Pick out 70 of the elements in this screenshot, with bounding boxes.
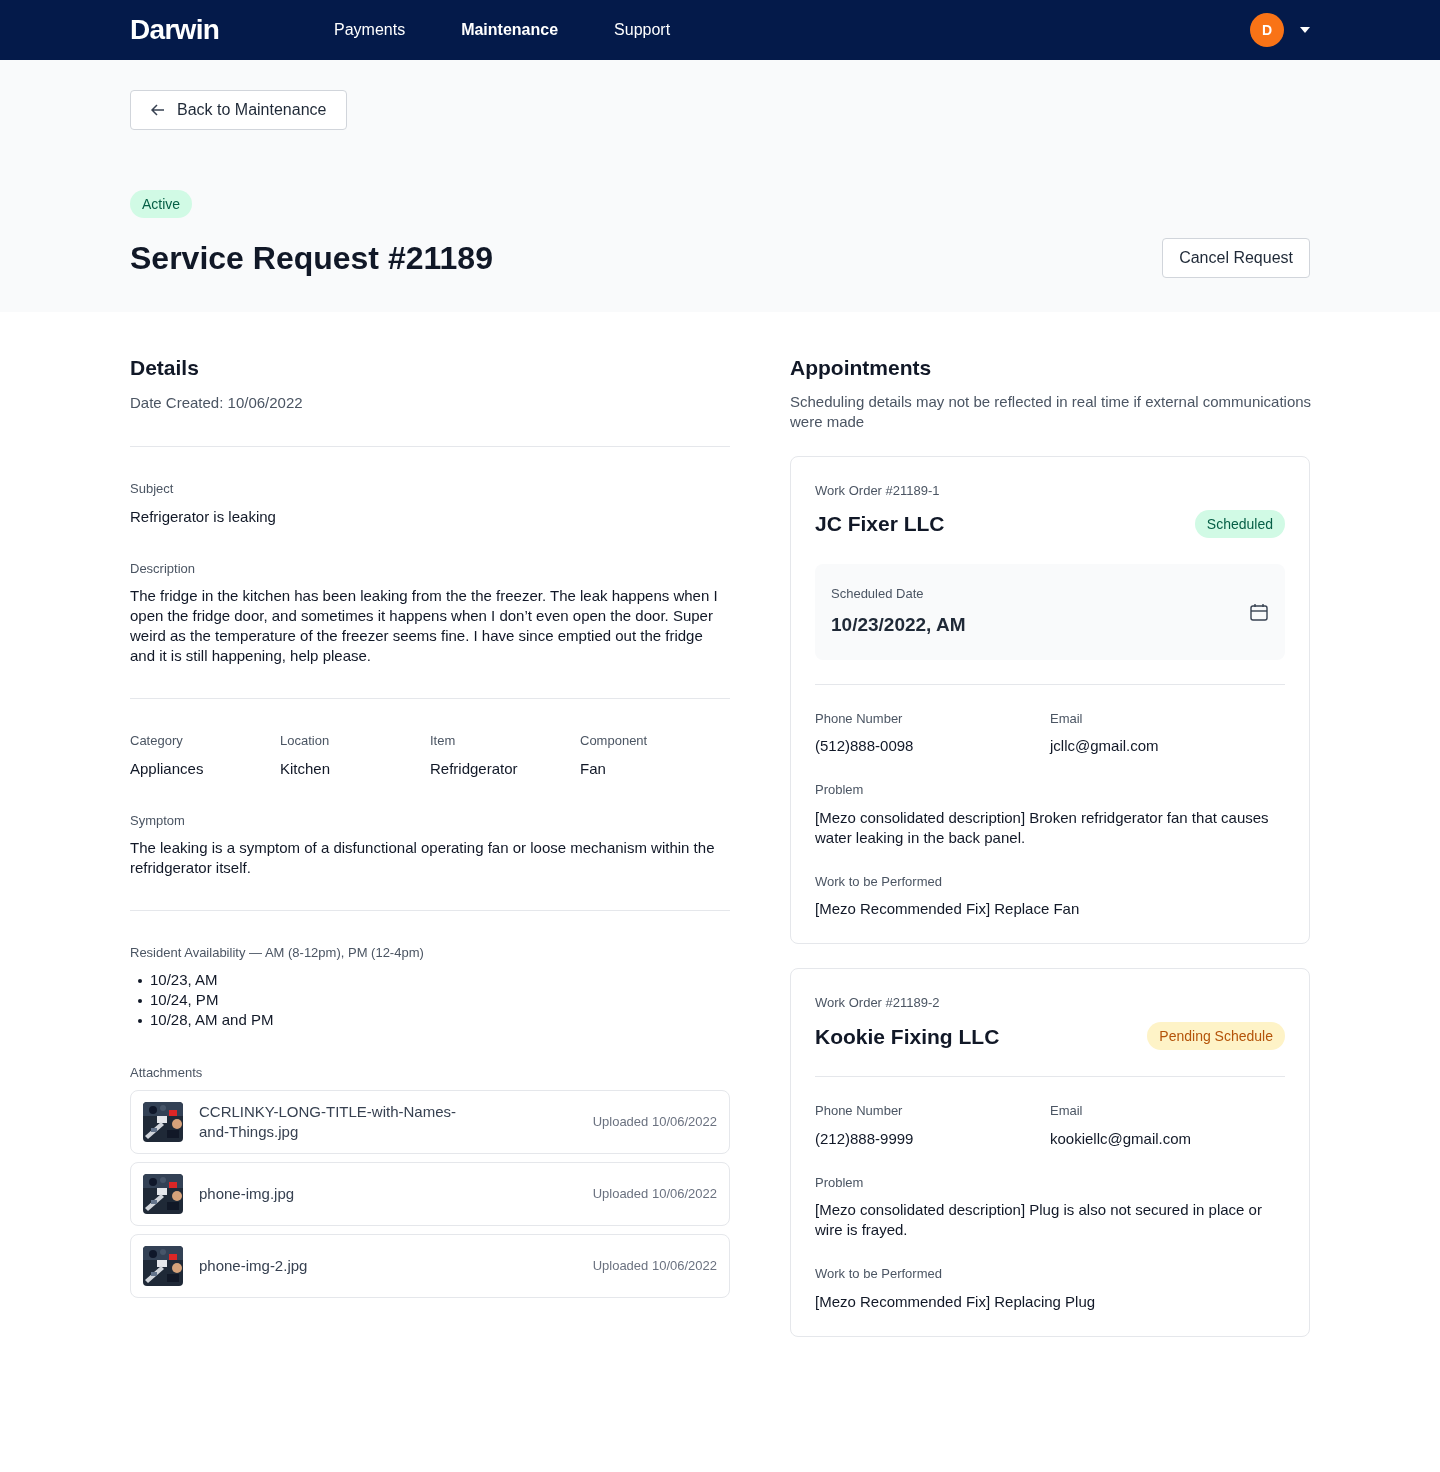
field-label: Category (130, 732, 184, 750)
upload-date: Uploaded 10/06/2022 (592, 1113, 717, 1132)
date-created: Date Created: 10/06/2022 (130, 392, 304, 413)
field-value: (512)888-0098 (815, 736, 915, 756)
vendor-name: JC Fixer LLC (815, 511, 945, 537)
field-label: Email (1050, 1102, 1084, 1120)
bullet-icon (138, 1018, 142, 1023)
file-name: phone-img.jpg (199, 1184, 296, 1204)
field-value: Refridgerator (430, 758, 519, 779)
logo[interactable]: Darwin (130, 9, 334, 51)
field-value: [Mezo consolidated description] Broken refridgerator fan that causes water leaking in the back panel. (815, 807, 1270, 848)
attachment-row[interactable]: CCRLINKY-LONG-TITLE-with-Names-and-Things.jpg Uploaded 10/06/2022 (130, 1090, 730, 1154)
field-label: Resident Availability — AM (8-12pm), PM (12-4pm) (130, 944, 425, 962)
field-value: Refrigerator is leaking (130, 506, 277, 527)
field-label: Component (580, 732, 649, 750)
field-value: [Mezo consolidated description] Plug is also not secured in place or wire is frayed. (815, 1200, 1263, 1240)
work-order-number: Work Order #21189-1 (815, 481, 941, 500)
cancel-button[interactable]: Cancel Request (1162, 238, 1310, 278)
scheduled-date: 10/23/2022, AM (831, 613, 966, 637)
bullet-icon (138, 998, 142, 1003)
field-label: Subject (130, 480, 175, 498)
field-label: Email (1050, 709, 1084, 728)
status-badge: Active (130, 190, 193, 218)
field-label: Attachments (130, 1063, 204, 1082)
file-name: CCRLINKY-LONG-TITLE-with-Names-and-Things.jpg (199, 1102, 457, 1142)
field-value: Appliances (130, 758, 205, 779)
field-value: The fridge in the kitchen has been leaking from the the freezer. The leak happens when I open the fridge door, and sometimes it happens when I don’t even open the door. Super weird as the temperature of the freezer seems fine. I have since emptied out the fridge and it is still happening, help please. (130, 586, 719, 666)
field-label: Phone Number (815, 1102, 904, 1120)
nav-link[interactable]: Support (614, 18, 671, 42)
arrow-left-icon (151, 104, 165, 116)
section-heading: Appointments (790, 355, 933, 381)
attachment-row[interactable]: phone-img.jpg Uploaded 10/06/2022 (130, 1162, 730, 1226)
field-label: Scheduled Date (831, 584, 925, 603)
field-value: The leaking is a symptom of a disfunctional operating fan or loose mechanism within the refridgerator itself. (130, 838, 716, 878)
field-label: Work to be Performed (815, 1265, 943, 1283)
vendor-name: Kookie Fixing LLC (815, 1023, 1000, 1050)
field-label: Symptom (130, 811, 186, 830)
attachment-row[interactable]: phone-img-2.jpg Uploaded 10/06/2022 (130, 1234, 730, 1298)
field-label: Phone Number (815, 709, 904, 728)
bullet-icon (138, 978, 142, 983)
field-value: [Mezo Recommended Fix] Replacing Plug (815, 1291, 1097, 1312)
availability-item: 10/28, AM and PM (150, 1010, 274, 1031)
field-value: Fan (580, 758, 607, 779)
field-value: [Mezo Recommended Fix] Replace Fan (815, 899, 1081, 919)
back-button[interactable]: Back to Maintenance (130, 90, 348, 130)
field-label: Item (430, 732, 457, 750)
field-value: kookiellc@gmail.com (1050, 1128, 1193, 1149)
upload-date: Uploaded 10/06/2022 (592, 1185, 717, 1204)
field-label: Problem (815, 1173, 865, 1192)
field-value: (212)888-9999 (815, 1128, 915, 1149)
calendar-icon[interactable] (1249, 601, 1269, 622)
status-badge: Pending Schedule (1147, 1022, 1285, 1051)
work-order-number: Work Order #21189-2 (815, 994, 941, 1012)
field-value: jcllc@gmail.com (1050, 736, 1160, 756)
page-title: Service Request #21189 (130, 239, 493, 278)
field-label: Location (280, 732, 331, 750)
field-label: Description (130, 559, 197, 578)
availability-item: 10/23, AM (150, 970, 218, 991)
status-badge: Scheduled (1194, 509, 1285, 538)
availability-item: 10/24, PM (150, 990, 219, 1011)
field-label: Problem (815, 781, 865, 799)
section-heading: Details (130, 355, 200, 381)
caret-icon[interactable] (1300, 27, 1310, 33)
nav-link[interactable]: Payments (334, 18, 406, 42)
upload-date: Uploaded 10/06/2022 (592, 1257, 717, 1276)
nav-link[interactable]: Maintenance (461, 18, 559, 42)
field-label: Work to be Performed (815, 872, 943, 891)
file-name: phone-img-2.jpg (199, 1256, 309, 1276)
field-value: Kitchen (280, 758, 332, 779)
scheduling-note: Scheduling details may not be reflected in real time if external communications were made (790, 391, 1313, 432)
